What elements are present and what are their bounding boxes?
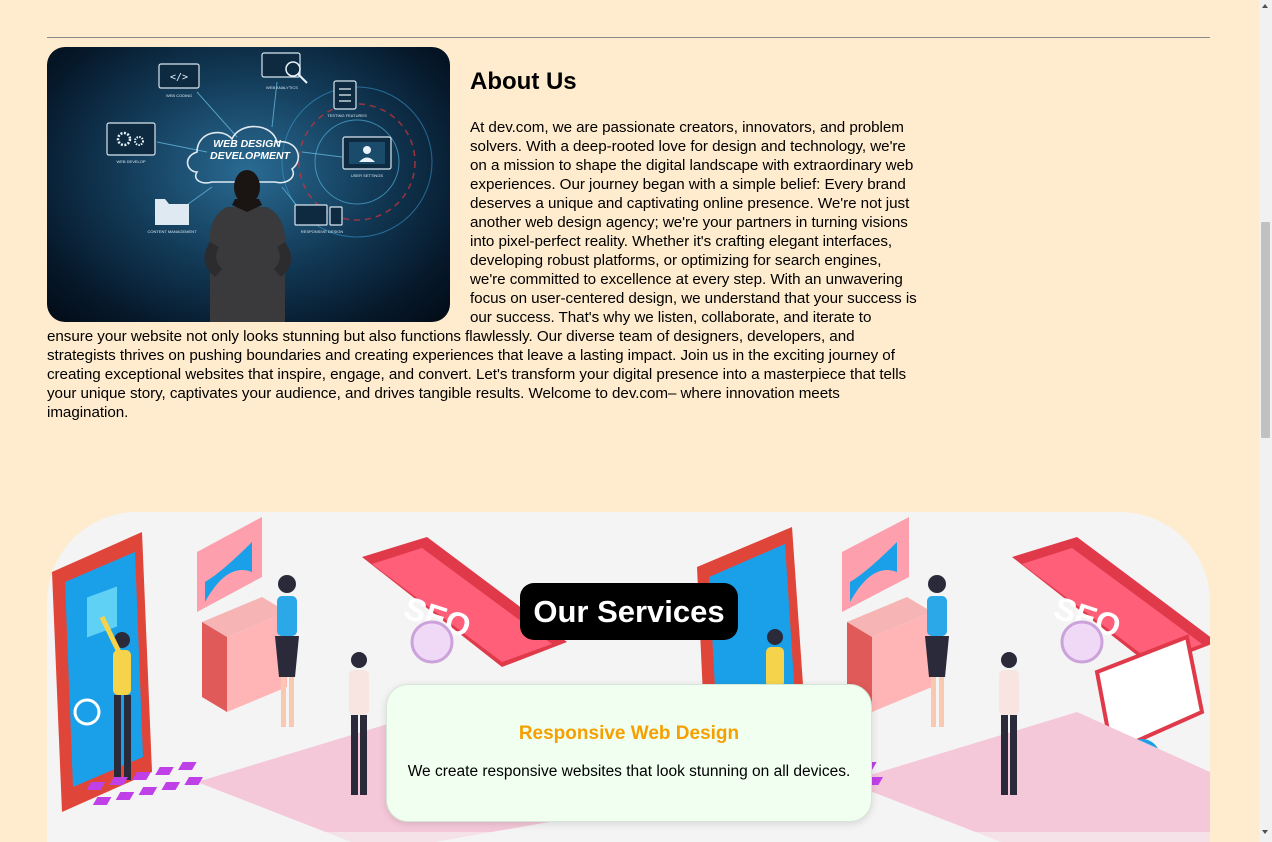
service-card[interactable]: Responsive Web Design We create responsi…	[386, 684, 872, 822]
gear-icon	[106, 122, 156, 156]
code-icon: </>	[158, 63, 200, 89]
checklist-icon	[333, 80, 357, 110]
label-user-settings: USER SETTINGS	[351, 173, 384, 178]
scroll-up-arrow-icon[interactable]	[1262, 4, 1268, 8]
service-card-title: Responsive Web Design	[518, 723, 740, 744]
services-heading: Our Services	[520, 583, 738, 640]
person-woman-right	[925, 575, 949, 727]
scroll-thumb[interactable]	[1261, 222, 1270, 438]
svg-text:</>: </>	[170, 72, 188, 83]
devices-icon	[294, 204, 343, 226]
about-image: WEB DESIGN DEVELOPMENT </> WEB CODING WE…	[47, 47, 450, 322]
analytics-icon	[261, 52, 308, 84]
user-settings-icon	[342, 136, 392, 170]
illustration-title-line1: WEB DESIGN	[213, 138, 281, 150]
scroll-down-arrow-icon[interactable]	[1262, 830, 1268, 834]
label-web-develop: WEB DEVELOP	[116, 159, 145, 164]
page: WEB DESIGN DEVELOPMENT </> WEB CODING WE…	[0, 0, 1272, 842]
service-card-description: We create responsive websites that look …	[407, 763, 851, 780]
services-section: SEO SEO Our Services Responsive Web Desi…	[47, 512, 1210, 842]
person-figure	[204, 170, 292, 322]
phone-illustration-left	[52, 532, 152, 812]
label-content: CONTENT MANAGEMENT	[147, 229, 197, 234]
web-design-illustration: WEB DESIGN DEVELOPMENT </> WEB CODING WE…	[106, 52, 433, 322]
person-woman-left	[275, 575, 299, 727]
label-responsive: RESPONSIVE DESIGN	[301, 229, 344, 234]
divider	[47, 37, 1210, 38]
label-web-coding: WEB CODING	[166, 93, 192, 98]
label-web-analytics: WEB ANALYTICS	[266, 85, 298, 90]
folder-icon	[155, 199, 189, 225]
kiosk-left	[197, 517, 287, 712]
about-section: WEB DESIGN DEVELOPMENT </> WEB CODING WE…	[47, 47, 919, 422]
person-right-1	[766, 629, 784, 687]
label-testing: TESTING FEATURES	[327, 113, 367, 118]
illustration-title-line2: DEVELOPMENT	[210, 150, 292, 162]
kiosk-right	[842, 517, 932, 712]
vertical-scrollbar[interactable]	[1259, 0, 1272, 842]
